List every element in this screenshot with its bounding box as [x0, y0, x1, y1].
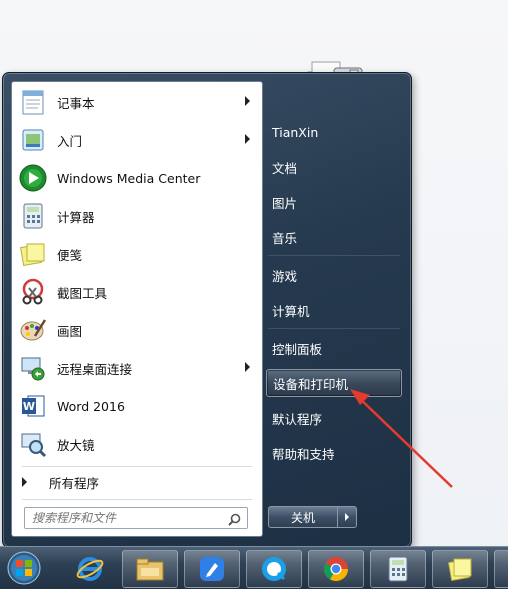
- control-panel-link[interactable]: 控制面板: [266, 334, 402, 362]
- pictures-link[interactable]: 图片: [266, 188, 402, 216]
- programs-pane: 记事本 入门 Windows Media Center 计算器 便笺 截图工具 …: [11, 81, 263, 537]
- start-orb-icon[interactable]: [4, 549, 44, 587]
- program-item-sticky-notes[interactable]: 便笺: [14, 236, 260, 272]
- right-item-label: 设备和打印机: [273, 376, 349, 392]
- program-label: 入门: [57, 133, 83, 149]
- taskbar-overflow-button[interactable]: [494, 550, 508, 588]
- shutdown-group: 关机: [268, 506, 357, 528]
- notepad-icon: [17, 86, 49, 118]
- submenu-arrow-icon: [245, 96, 250, 106]
- program-label: 远程桌面连接: [57, 361, 133, 377]
- taskbar: [0, 546, 508, 589]
- program-item-word-2016[interactable]: W Word 2016: [14, 388, 260, 424]
- program-label: 计算器: [57, 209, 95, 225]
- program-item-notepad[interactable]: 记事本: [14, 84, 260, 120]
- search-box[interactable]: [24, 507, 248, 529]
- internet-explorer-icon[interactable]: [62, 550, 118, 588]
- program-item-magnifier[interactable]: 放大镜: [14, 426, 260, 462]
- sticky-notes-icon: [17, 238, 49, 270]
- program-item-snipping-tool[interactable]: 截图工具: [14, 274, 260, 310]
- music-link[interactable]: 音乐: [266, 223, 402, 251]
- right-separator: [268, 328, 400, 329]
- shutdown-options-button[interactable]: [338, 506, 357, 528]
- separator: [22, 466, 252, 467]
- right-item-label: 音乐: [272, 230, 298, 246]
- calculator-icon: [17, 200, 49, 232]
- games-link[interactable]: 游戏: [266, 261, 402, 289]
- separator: [22, 499, 252, 500]
- snipping-tool-icon: [17, 276, 49, 308]
- right-item-label: 游戏: [272, 268, 298, 284]
- media-center-icon: [17, 162, 49, 194]
- pen-app-icon[interactable]: [184, 550, 240, 588]
- search-input[interactable]: [30, 510, 224, 526]
- program-item-getting-started[interactable]: 入门: [14, 122, 260, 158]
- all-programs-button[interactable]: 所有程序: [14, 469, 260, 495]
- shutdown-button[interactable]: 关机: [268, 506, 338, 528]
- right-separator: [268, 255, 400, 256]
- program-label: 画图: [57, 323, 83, 339]
- program-label: 放大镜: [57, 437, 95, 453]
- submenu-arrow-icon: [245, 362, 250, 372]
- program-item-media-center[interactable]: Windows Media Center: [14, 160, 260, 196]
- program-label: Word 2016: [57, 398, 125, 414]
- chrome-icon[interactable]: [308, 550, 364, 588]
- word-icon: W: [17, 390, 49, 422]
- submenu-arrow-icon: [245, 134, 250, 144]
- paint-icon: [17, 314, 49, 346]
- qq-browser-icon[interactable]: [246, 550, 302, 588]
- magnifier-icon: [17, 428, 49, 460]
- all-programs-arrow-icon: [22, 477, 27, 487]
- documents-link[interactable]: 文档: [266, 153, 402, 181]
- remote-desktop-icon: [17, 352, 49, 384]
- file-explorer-icon[interactable]: [122, 550, 178, 588]
- right-item-label: 文档: [272, 160, 298, 176]
- sticky-notes-icon[interactable]: [432, 550, 488, 588]
- all-programs-label: 所有程序: [49, 475, 100, 491]
- right-item-label: TianXin: [272, 124, 319, 140]
- program-item-remote-desktop[interactable]: 远程桌面连接: [14, 350, 260, 386]
- program-label: 便笺: [57, 247, 83, 263]
- right-item-label: 控制面板: [272, 341, 323, 357]
- program-item-paint[interactable]: 画图: [14, 312, 260, 348]
- right-item-label: 默认程序: [272, 411, 323, 427]
- getting-started-icon: [17, 124, 49, 156]
- user-name-link[interactable]: TianXin: [266, 118, 402, 146]
- chevron-right-icon: [345, 513, 349, 521]
- annotation-arrow: [350, 389, 453, 488]
- program-label: Windows Media Center: [57, 170, 201, 186]
- right-item-label: 计算机: [272, 303, 310, 319]
- program-label: 截图工具: [57, 285, 108, 301]
- calculator-icon[interactable]: [370, 550, 426, 588]
- right-item-label: 图片: [272, 195, 298, 211]
- search-icon[interactable]: [228, 511, 241, 530]
- right-item-label: 帮助和支持: [272, 446, 335, 462]
- program-label: 记事本: [57, 95, 95, 111]
- svg-text:W: W: [23, 400, 35, 413]
- program-item-calculator[interactable]: 计算器: [14, 198, 260, 234]
- computer-link[interactable]: 计算机: [266, 296, 402, 324]
